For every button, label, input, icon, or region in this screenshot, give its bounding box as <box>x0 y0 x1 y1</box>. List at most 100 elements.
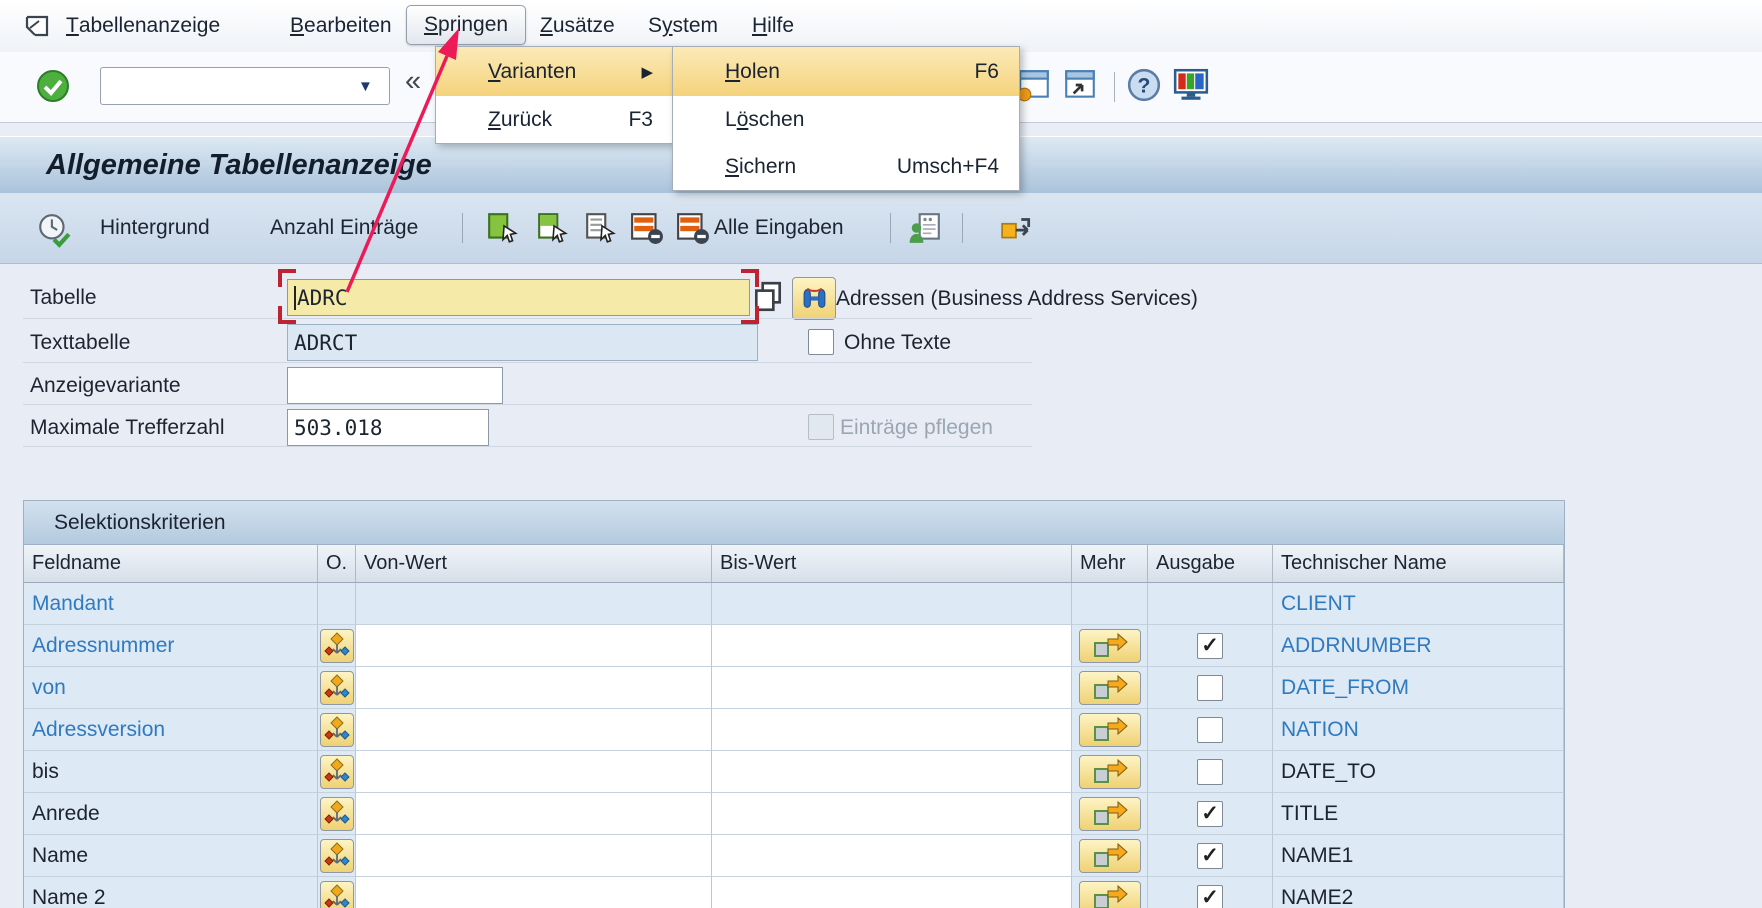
selection-row: MandantCLIENT <box>24 583 1564 625</box>
texttabelle-input[interactable]: ADRCT <box>287 324 758 361</box>
von-wert-cell[interactable] <box>356 835 712 877</box>
von-wert-cell[interactable] <box>356 709 712 751</box>
von-wert-cell[interactable] <box>356 625 712 667</box>
texttabelle-label: Texttabelle <box>30 331 130 355</box>
bis-wert-cell[interactable] <box>712 793 1072 835</box>
eintraege-pflegen-checkbox <box>808 414 834 440</box>
multiple-selection-button[interactable] <box>1079 671 1141 705</box>
search-help-icon[interactable] <box>792 277 836 320</box>
field-name[interactable]: Name 2 <box>24 877 318 908</box>
enter-icon[interactable] <box>36 69 70 103</box>
form-divider <box>23 446 1032 447</box>
field-name[interactable]: Adressnummer <box>24 625 318 667</box>
mehr-cell <box>1072 793 1148 835</box>
number-of-entries-button[interactable]: Anzahl Einträge <box>270 193 418 263</box>
multiple-selection-button[interactable] <box>1079 629 1141 663</box>
output-checkbox[interactable] <box>1197 675 1223 701</box>
multiple-selection-button[interactable] <box>1079 755 1141 789</box>
ausgabe-cell: ✓ <box>1148 793 1273 835</box>
select-all-icon[interactable] <box>486 212 520 249</box>
bis-wert-cell[interactable] <box>712 625 1072 667</box>
help-icon[interactable]: ? <box>1126 67 1164 105</box>
command-dropdown-icon[interactable]: ▼ <box>358 78 373 95</box>
jump-icon[interactable] <box>1000 212 1034 249</box>
output-checkbox[interactable]: ✓ <box>1197 633 1223 659</box>
selection-option-button[interactable] <box>320 881 354 908</box>
field-name[interactable]: von <box>24 667 318 709</box>
bis-wert-cell[interactable] <box>712 877 1072 908</box>
menu-item-sichern[interactable]: Sichern Umsch+F4 <box>673 143 1019 190</box>
bis-wert-cell[interactable] <box>712 667 1072 709</box>
create-shortcut-icon[interactable] <box>1062 67 1100 105</box>
select-block-icon[interactable] <box>536 212 570 249</box>
anzeigevariante-input[interactable] <box>287 367 503 404</box>
menu-item-loeschen[interactable]: Löschen <box>673 96 1019 143</box>
selection-row: Name 2 ✓ NAME2 <box>24 877 1564 908</box>
execute-icon[interactable] <box>36 212 72 253</box>
menu-item-system[interactable]: System <box>648 0 718 52</box>
von-wert-cell[interactable] <box>356 877 712 908</box>
technical-name: NAME2 <box>1273 877 1564 908</box>
selection-option-button[interactable] <box>320 797 354 831</box>
toolbar-separator <box>462 213 463 243</box>
mehr-cell <box>1072 709 1148 751</box>
deselect-all-icon[interactable] <box>584 212 618 249</box>
possible-entries-icon[interactable] <box>752 280 784 319</box>
field-name[interactable]: Mandant <box>24 583 318 625</box>
selection-criteria-group: Selektionskriterien Feldname O. Von-Wert… <box>23 500 1565 908</box>
menu-item-tabellenanzeige[interactable]: Tabellenanzeige <box>66 0 220 52</box>
output-checkbox[interactable]: ✓ <box>1197 885 1223 908</box>
application-toolbar: Hintergrund Anzahl Einträge Alle Eingabe… <box>0 193 1762 264</box>
selection-option-button[interactable] <box>320 755 354 789</box>
all-entries-button[interactable]: Alle Eingaben <box>714 193 844 263</box>
bis-wert-cell[interactable] <box>712 835 1072 877</box>
option-cell <box>318 709 356 751</box>
selection-option-button[interactable] <box>320 671 354 705</box>
output-checkbox[interactable]: ✓ <box>1197 801 1223 827</box>
delete-all-selections-icon[interactable] <box>676 212 710 249</box>
multiple-selection-button[interactable] <box>1079 797 1141 831</box>
menu-item-bearbeiten[interactable]: Bearbeiten <box>290 0 392 52</box>
option-cell <box>318 877 356 908</box>
field-name[interactable]: Anrede <box>24 793 318 835</box>
collapse-toolbar-icon[interactable]: « <box>405 65 421 98</box>
selection-option-button[interactable] <box>320 713 354 747</box>
output-checkbox[interactable] <box>1197 717 1223 743</box>
mehr-cell <box>1072 877 1148 908</box>
option-cell <box>318 793 356 835</box>
selection-row: Name✓NAME1 <box>24 835 1564 877</box>
background-button[interactable]: Hintergrund <box>100 193 210 263</box>
ohne-texte-checkbox[interactable] <box>808 329 834 355</box>
menu-item-varianten[interactable]: Varianten ▶ <box>436 47 673 96</box>
menu-item-holen[interactable]: Holen F6 <box>673 47 1019 96</box>
bis-wert-cell[interactable] <box>712 709 1072 751</box>
multiple-selection-button[interactable] <box>1079 713 1141 747</box>
field-name[interactable]: bis <box>24 751 318 793</box>
command-field[interactable] <box>100 67 390 105</box>
field-name[interactable]: Name <box>24 835 318 877</box>
selection-option-button[interactable] <box>320 629 354 663</box>
output-checkbox[interactable]: ✓ <box>1197 843 1223 869</box>
field-name[interactable]: Adressversion <box>24 709 318 751</box>
selection-option-button[interactable] <box>320 839 354 873</box>
menu-item-springen[interactable]: Springen <box>406 5 526 45</box>
eintraege-pflegen-label: Einträge pflegen <box>840 416 993 440</box>
menu-item-zurueck[interactable]: Zurück F3 <box>436 96 673 143</box>
bis-wert-cell[interactable] <box>712 751 1072 793</box>
selection-criteria-title: Selektionskriterien <box>24 501 1564 545</box>
tabelle-input[interactable]: ADRC <box>287 279 750 316</box>
multiple-selection-button[interactable] <box>1079 839 1141 873</box>
output-checkbox[interactable] <box>1197 759 1223 785</box>
von-wert-cell[interactable] <box>356 751 712 793</box>
menu-item-hilfe[interactable]: Hilfe <box>752 0 794 52</box>
von-wert-cell[interactable] <box>356 793 712 835</box>
variants-icon[interactable] <box>908 212 942 249</box>
von-wert-cell[interactable] <box>356 667 712 709</box>
menu-item-zusaetze[interactable]: Zusätze <box>540 0 615 52</box>
max-trefferzahl-input[interactable]: 503.018 <box>287 409 489 446</box>
delete-selection-icon[interactable] <box>630 212 664 249</box>
customize-layout-icon[interactable] <box>1172 67 1210 105</box>
new-session-icon[interactable] <box>1016 67 1054 105</box>
window-menu-icon[interactable] <box>22 12 52 45</box>
multiple-selection-button[interactable] <box>1079 881 1141 908</box>
